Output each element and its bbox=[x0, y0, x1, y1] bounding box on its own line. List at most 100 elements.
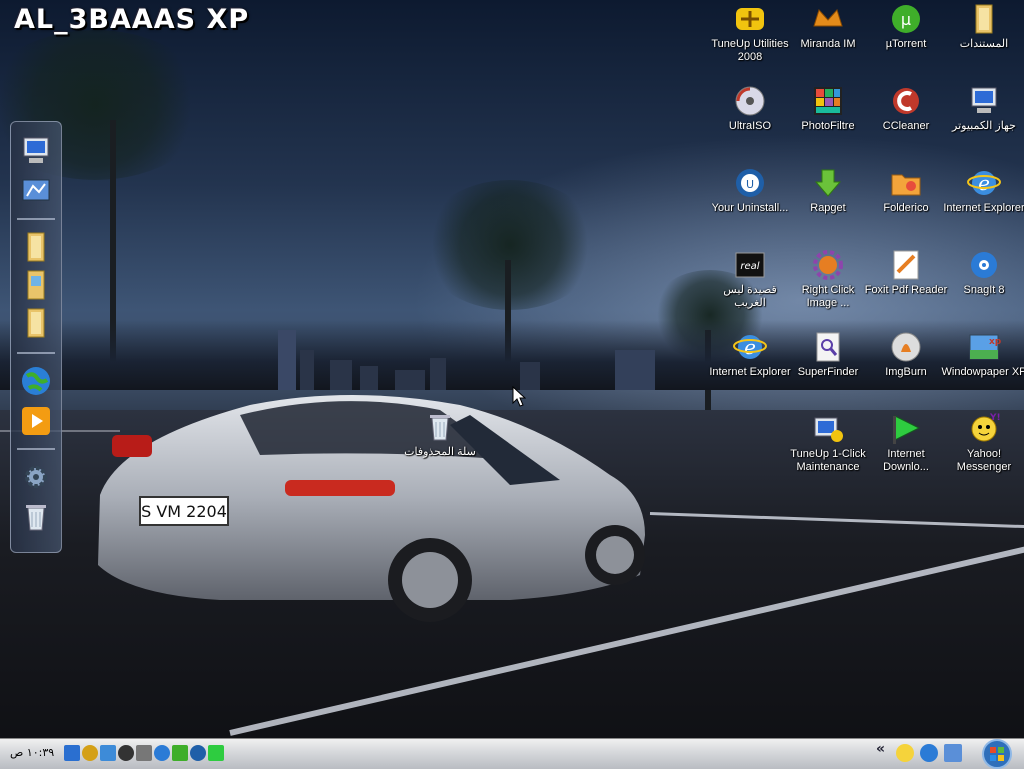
rapget-icon bbox=[811, 166, 845, 200]
desktop-icon[interactable]: e Internet Explorer bbox=[707, 330, 793, 379]
media-icon[interactable] bbox=[136, 745, 152, 761]
desktop-icon-label: PhotoFiltre bbox=[801, 120, 855, 132]
desktop-icon[interactable]: CCleaner bbox=[863, 84, 949, 133]
right-click-image-icon bbox=[811, 248, 845, 282]
desktop-icon[interactable]: SnagIt 8 bbox=[941, 248, 1024, 297]
tuneup-maintenance-icon bbox=[811, 412, 845, 446]
desktop-icon[interactable]: Y! Yahoo! Messenger bbox=[941, 412, 1024, 474]
desktop-icon[interactable]: Right Click Image ... bbox=[785, 248, 871, 310]
desktop-icon-label: Internet Downlo... bbox=[883, 448, 929, 473]
settings-gear-icon[interactable] bbox=[19, 460, 53, 494]
svg-text:µ: µ bbox=[901, 10, 911, 29]
recycle-bin-icon bbox=[423, 410, 457, 444]
photofiltre-icon bbox=[811, 84, 845, 118]
desktop-icon-label: Internet Explorer bbox=[709, 366, 791, 378]
realplayer-file-icon: real bbox=[733, 248, 767, 282]
imgburn-icon bbox=[889, 330, 923, 364]
globe-icon[interactable] bbox=[19, 364, 53, 398]
network-tray-icon[interactable] bbox=[944, 744, 962, 762]
folder-icon[interactable] bbox=[19, 306, 53, 340]
desktop-icon[interactable]: TuneUp 1-Click Maintenance bbox=[785, 412, 871, 474]
ccleaner-icon bbox=[889, 84, 923, 118]
desktop-icon[interactable]: real قصيدة ليس الغريب bbox=[707, 248, 793, 310]
superfinder-icon bbox=[811, 330, 845, 364]
desktop-icon-label: Internet Explorer bbox=[943, 202, 1024, 214]
desktop-icon[interactable]: SuperFinder bbox=[785, 330, 871, 379]
folder-icon[interactable] bbox=[19, 230, 53, 264]
your-uninstaller-icon: U bbox=[733, 166, 767, 200]
desktop-icon-label: µTorrent bbox=[885, 38, 927, 50]
sports-car: S VM 2204 bbox=[98, 395, 645, 622]
desktop-icon[interactable]: Folderico bbox=[863, 166, 949, 215]
play-icon[interactable] bbox=[208, 745, 224, 761]
desktop-icon-label: Right Click Image ... bbox=[801, 284, 855, 309]
internet-download-manager-icon bbox=[889, 412, 923, 446]
pictures-folder-icon[interactable] bbox=[19, 268, 53, 302]
desktop-icon-label: Miranda IM bbox=[800, 38, 856, 50]
desktop-icon[interactable]: ImgBurn bbox=[863, 330, 949, 379]
media-player-icon[interactable] bbox=[19, 404, 53, 438]
miranda-im-icon bbox=[811, 2, 845, 36]
desktop-icon[interactable]: PhotoFiltre bbox=[785, 84, 871, 133]
desktop-icon-label: SnagIt 8 bbox=[963, 284, 1005, 296]
desktop-icon[interactable]: Foxit Pdf Reader bbox=[863, 248, 949, 297]
messenger-icon[interactable] bbox=[190, 745, 206, 761]
control-panel-icon[interactable] bbox=[19, 174, 53, 208]
building bbox=[278, 330, 296, 390]
desktop-icon[interactable]: xp Windowpaper XP bbox=[941, 330, 1024, 379]
building bbox=[615, 350, 655, 390]
desktop-icon[interactable]: UltraISO bbox=[707, 84, 793, 133]
snagit-icon bbox=[967, 248, 1001, 282]
desktop-icon-label: UltraISO bbox=[728, 120, 772, 132]
desktop-icon-label: TuneUp 1-Click Maintenance bbox=[790, 448, 866, 473]
desktop-icon-label: Yahoo! Messenger bbox=[956, 448, 1012, 473]
utorrent-icon: µ bbox=[889, 2, 923, 36]
svg-text:S VM 2204: S VM 2204 bbox=[141, 502, 227, 521]
arrow-icon[interactable] bbox=[118, 745, 134, 761]
snagit-tray-icon[interactable] bbox=[920, 744, 938, 762]
my-computer-icon bbox=[967, 84, 1001, 118]
foxit-pdf-icon bbox=[889, 248, 923, 282]
desktop-icon[interactable]: Rapget bbox=[785, 166, 871, 215]
tray-chevron-icon[interactable]: « bbox=[876, 741, 885, 757]
dock-separator bbox=[17, 218, 55, 220]
desktop-icon-label: المستندات bbox=[959, 38, 1009, 50]
taskbar-clock[interactable]: ١٠:٣٩ ص bbox=[10, 746, 54, 759]
desktop-icon-label: Your Uninstall... bbox=[711, 202, 789, 214]
ultraiso-icon bbox=[733, 84, 767, 118]
snagit-icon[interactable] bbox=[154, 745, 170, 761]
my-computer-icon[interactable] bbox=[19, 134, 53, 168]
desktop-icon[interactable]: Internet Downlo... bbox=[863, 412, 949, 474]
desktop-icon-label: ImgBurn bbox=[885, 366, 927, 378]
internet-explorer-icon: e bbox=[967, 166, 1001, 200]
brush-icon[interactable] bbox=[82, 745, 98, 761]
svg-text:xp: xp bbox=[989, 337, 1001, 347]
desktop-icon[interactable]: جهاز الكمبيوتر bbox=[941, 84, 1024, 133]
desktop-icon[interactable]: U Your Uninstall... bbox=[707, 166, 793, 215]
desktop-icon-label: سلة المحذوفات bbox=[404, 446, 476, 458]
desktop-icon-label: قصيدة ليس الغريب bbox=[723, 284, 777, 309]
desktop-icon[interactable]: سلة المحذوفات bbox=[397, 410, 483, 459]
desktop-icon[interactable]: µ µTorrent bbox=[863, 2, 949, 51]
desktop-icon-label: TuneUp Utilities 2008 bbox=[711, 38, 789, 63]
internet-explorer-icon: e bbox=[733, 330, 767, 364]
desktop-icon[interactable]: TuneUp Utilities 2008 bbox=[707, 2, 793, 64]
svg-text:e: e bbox=[978, 171, 990, 195]
side-dock bbox=[10, 121, 62, 553]
desktop-icon-label: Folderico bbox=[883, 202, 929, 214]
folder-icon[interactable] bbox=[100, 745, 116, 761]
desktop[interactable]: S VM 2204 AL_3BAAAS XP TuneUp Utilities … bbox=[0, 0, 1024, 738]
yahoo-tray-icon[interactable] bbox=[896, 744, 914, 762]
windows-start-orb-icon[interactable] bbox=[980, 739, 1014, 769]
desktop-icon[interactable]: المستندات bbox=[941, 2, 1024, 51]
svg-text:U: U bbox=[746, 178, 754, 191]
desktop-icon[interactable]: Miranda IM bbox=[785, 2, 871, 51]
recycle-bin-icon[interactable] bbox=[19, 500, 53, 534]
tuneup-utilities-icon bbox=[733, 2, 767, 36]
desktop-icon[interactable]: e Internet Explorer bbox=[941, 166, 1024, 215]
svg-text:e: e bbox=[744, 335, 756, 359]
desktop-icon-label: Foxit Pdf Reader bbox=[864, 284, 948, 296]
globe-icon[interactable] bbox=[172, 745, 188, 761]
svg-text:Y!: Y! bbox=[989, 413, 1001, 423]
show-desktop-icon[interactable] bbox=[64, 745, 80, 761]
